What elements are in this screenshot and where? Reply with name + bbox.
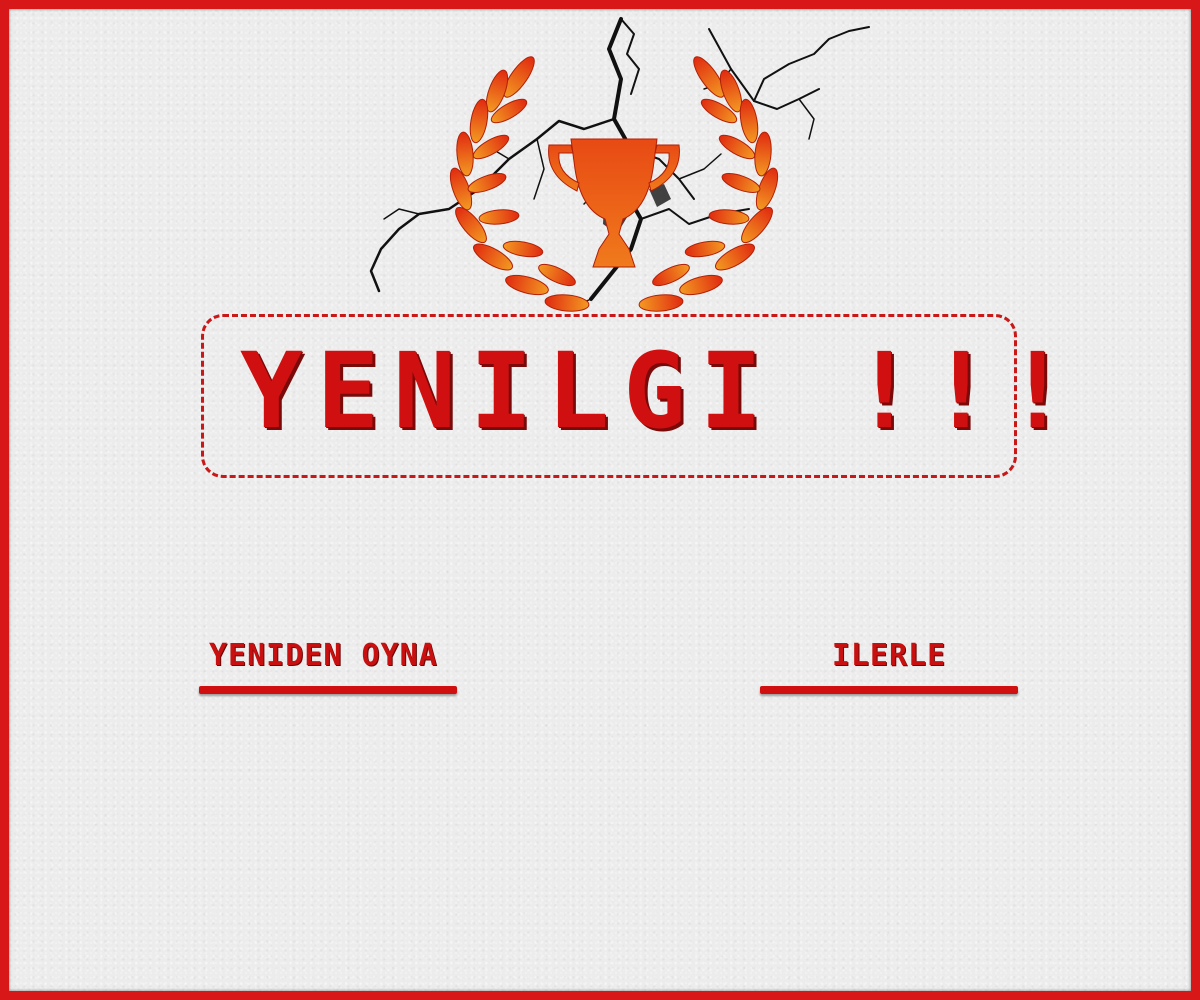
next-button-underline <box>760 686 1018 694</box>
next-button-label: ILERLE <box>831 638 947 673</box>
replay-button-underline <box>199 686 457 694</box>
next-button[interactable]: ILERLE <box>760 636 1018 696</box>
result-title: YENILGI !!! <box>240 330 1083 452</box>
replay-button[interactable]: YENIDEN OYNA <box>199 636 457 696</box>
trophy-icon <box>548 138 680 268</box>
result-banner: YENILGI !!! <box>201 314 1069 478</box>
game-over-screen: YENILGI !!! YENIDEN OYNA ILERLE <box>0 0 1200 1000</box>
replay-button-label: YENIDEN OYNA <box>209 638 438 673</box>
trophy-laurel-icon <box>449 56 779 312</box>
